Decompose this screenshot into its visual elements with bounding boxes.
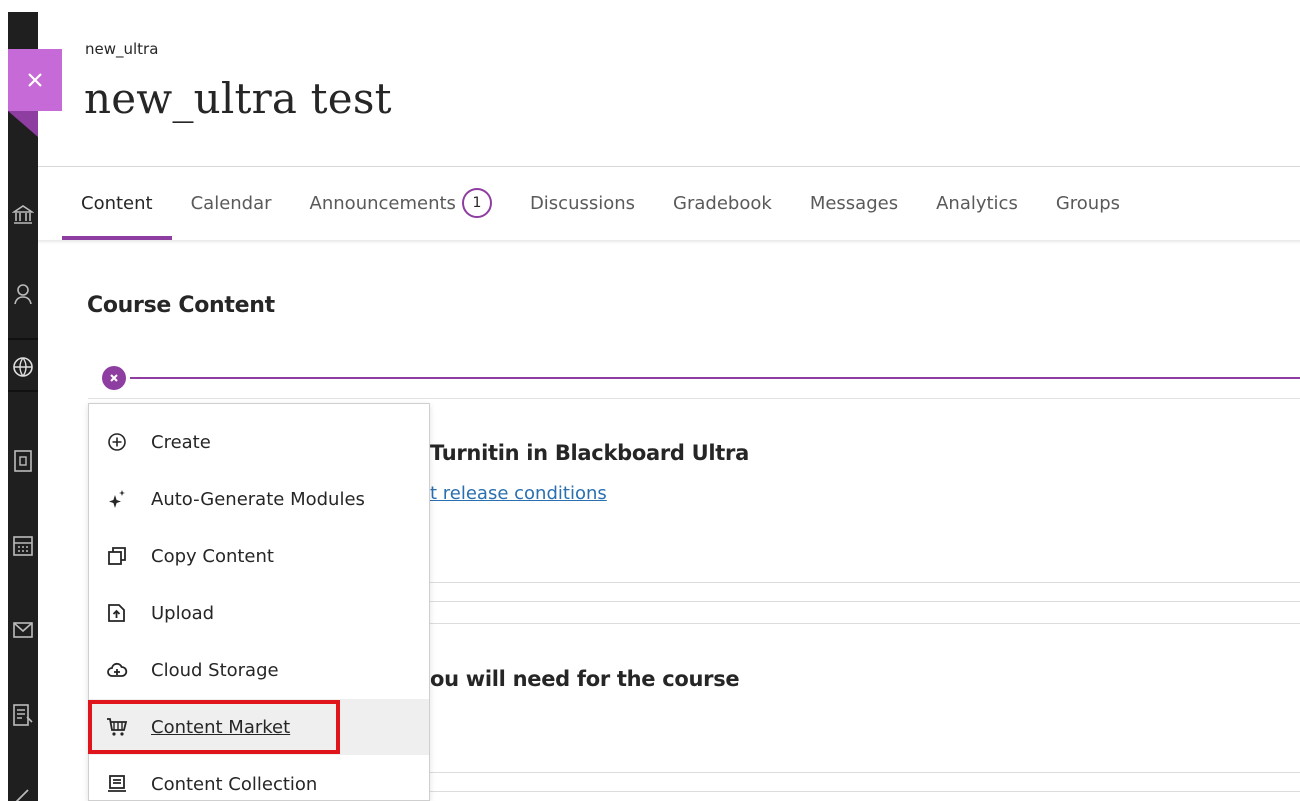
menu-item-create[interactable]: Create [89,414,429,470]
tab-content[interactable]: Content [62,168,172,240]
close-course-button[interactable] [8,49,62,111]
tab-label: Discussions [529,192,636,214]
tab-label: Calendar [190,192,272,214]
course-short-name: new_ultra [85,40,159,58]
menu-item-label: Auto-Generate Modules [151,488,365,510]
menu-item-label: Create [151,431,211,453]
cart-icon [105,715,129,739]
content-item-title[interactable]: Turnitin in Blackboard Ultra [430,441,749,465]
rail-separator [8,390,38,392]
course-nav: Content Calendar Announcements 1 Discussi… [62,168,1139,240]
rail-separator [8,338,38,340]
menu-item-copy-content[interactable]: Copy Content [89,528,429,584]
tab-messages[interactable]: Messages [791,168,917,238]
tab-analytics[interactable]: Analytics [917,168,1037,238]
tab-calendar[interactable]: Calendar [172,168,291,238]
collection-icon [105,772,129,796]
profile-icon[interactable] [8,279,38,309]
section-title: Course Content [87,293,275,318]
sparkle-icon [105,487,129,511]
menu-item-label: Copy Content [151,545,274,567]
course-title: new_ultra test [84,74,392,123]
item-divider [430,582,1300,583]
tab-groups[interactable]: Groups [1037,168,1139,238]
menu-item-upload[interactable]: Upload [89,585,429,641]
item-divider [430,772,1300,773]
tools-icon[interactable] [8,780,38,801]
header-divider [38,166,1300,167]
close-tab-fold [8,111,38,137]
calendar-icon[interactable] [8,530,38,560]
upload-icon [105,601,129,625]
announcements-count-badge: 1 [461,188,492,218]
item-divider [430,623,1300,624]
menu-item-label: Content Collection [151,773,318,795]
tab-announcements[interactable]: Announcements 1 [291,168,511,238]
plus-circle-icon [105,430,129,454]
content-item-title[interactable]: ou will need for the course [430,667,740,691]
tab-label: Analytics [936,192,1018,214]
tab-discussions[interactable]: Discussions [511,168,654,238]
institution-icon[interactable] [8,200,38,230]
tab-gradebook[interactable]: Gradebook [654,168,791,238]
close-icon [110,374,118,382]
add-content-button[interactable] [102,366,126,390]
tab-label: Content [81,192,153,214]
courses-icon[interactable] [8,446,38,476]
messages-icon[interactable] [8,615,38,645]
copy-icon [105,544,129,568]
insert-line [130,377,1300,379]
menu-item-content-market[interactable]: Content Market [89,699,429,755]
tab-label: Gradebook [673,192,772,214]
close-icon [28,73,42,87]
menu-item-auto-generate[interactable]: Auto-Generate Modules [89,471,429,527]
menu-item-cloud-storage[interactable]: Cloud Storage [89,642,429,698]
menu-item-label: Upload [151,602,215,624]
tab-label: Groups [1055,192,1121,214]
grades-icon[interactable] [8,700,38,730]
cloud-storage-icon [105,658,129,682]
globe-icon[interactable] [8,352,38,382]
menu-item-label: Cloud Storage [151,659,279,681]
release-conditions-link[interactable]: t release conditions [430,483,607,504]
item-divider [430,791,1300,792]
menu-item-content-collection[interactable]: Content Collection [89,756,429,801]
tab-label: Messages [809,192,899,214]
menu-item-label: Content Market [151,716,291,738]
tab-label: Announcements [309,192,456,214]
add-content-menu: Create Auto-Generate Modules Copy Conten… [88,403,430,801]
item-divider [430,601,1300,602]
